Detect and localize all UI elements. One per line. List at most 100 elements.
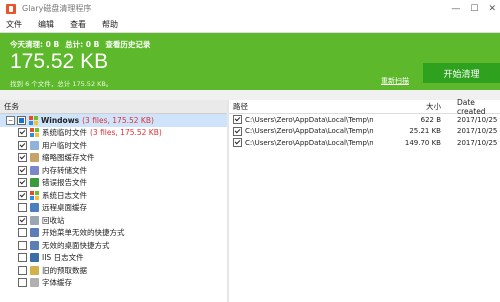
tree-item[interactable]: 系统临时文件 (3 files, 175.52 KB) <box>0 127 227 140</box>
tree-item[interactable]: 字体缓存 <box>0 277 227 290</box>
memory-dump-icon <box>30 165 39 175</box>
prefetch-icon <box>30 265 39 275</box>
tree-item[interactable]: 用户临时文件 <box>0 139 227 152</box>
rescan-link[interactable]: 重新扫描 <box>381 76 409 86</box>
column-size[interactable]: 大小 <box>373 101 445 112</box>
total-cleaned-label: 总计: 0 B <box>65 40 100 49</box>
summary-banner: 今天清理: 0 B 总计: 0 B 查看历史记录 175.52 KB 找到 6 … <box>0 33 500 90</box>
minimize-button[interactable]: — <box>451 4 460 14</box>
tree-item-label: IIS 日志文件 <box>42 253 84 263</box>
item-checkbox[interactable] <box>18 178 27 188</box>
item-checkbox[interactable] <box>18 153 27 163</box>
root-label: Windows <box>41 115 80 125</box>
tree-root-windows[interactable]: − Windows (3 files, 175.52 KB) <box>0 114 227 127</box>
tree-item-label: 回收站 <box>42 215 65 225</box>
menu-edit[interactable]: 编辑 <box>30 19 62 30</box>
collapse-icon[interactable]: − <box>6 115 15 125</box>
file-path: C:\Users\Zero\AppData\Local\Temp\nsn8... <box>245 138 373 147</box>
tree-item-label: 远程桌面缓存 <box>42 203 87 213</box>
tree-item-label: 字体缓存 <box>42 278 72 288</box>
tree-item-label: 系统临时文件 <box>42 128 87 138</box>
column-path[interactable]: 路径 <box>229 101 373 112</box>
file-row[interactable]: C:\Users\Zero\AppData\Local\Temp\nsn8...… <box>229 114 500 126</box>
start-clean-button[interactable]: 开始清理 <box>423 63 500 83</box>
file-size: 622 B <box>420 115 441 124</box>
item-checkbox[interactable] <box>18 165 27 175</box>
tree-item[interactable]: 缩略图缓存文件 <box>0 152 227 165</box>
tree-item[interactable]: 系统日志文件 <box>0 189 227 202</box>
tree-item-label: 用户临时文件 <box>42 140 87 150</box>
windows-logo-icon <box>30 128 39 138</box>
tree-item-label: 内存转储文件 <box>42 165 87 175</box>
tree-item-label: 错误报告文件 <box>42 178 87 188</box>
error-report-icon <box>30 178 39 188</box>
tree-item-label: 缩略图缓存文件 <box>42 153 95 163</box>
item-checkbox[interactable] <box>18 190 27 200</box>
file-list-panel: 路径 大小 Date created C:\Users\Zero\AppData… <box>229 98 500 302</box>
item-checkbox[interactable] <box>18 228 27 238</box>
tree-item[interactable]: 错误报告文件 <box>0 177 227 190</box>
tree-item-label: 开始菜单无效的快捷方式 <box>42 228 125 238</box>
title-bar: Glary磁盘清理程序 — ☐ ✕ <box>0 0 500 17</box>
item-checkbox[interactable] <box>18 140 27 150</box>
today-cleaned-label: 今天清理: 0 B <box>10 40 60 49</box>
item-checkbox[interactable] <box>18 253 27 263</box>
tree-item[interactable]: 无效的桌面快捷方式 <box>0 239 227 252</box>
file-row[interactable]: C:\Users\Zero\AppData\Local\Temp\nsn8...… <box>229 126 500 138</box>
file-size: 149.70 KB <box>404 138 441 147</box>
item-checkbox[interactable] <box>18 128 27 138</box>
root-checkbox[interactable] <box>17 115 26 125</box>
windows-logo-icon <box>30 190 39 200</box>
tree-item[interactable]: 开始菜单无效的快捷方式 <box>0 227 227 240</box>
today-summary: 今天清理: 0 B 总计: 0 B 查看历史记录 <box>10 39 150 50</box>
item-checkbox[interactable] <box>18 203 27 213</box>
file-path-cell: C:\Users\Zero\AppData\Local\Temp\nsn8... <box>229 115 373 125</box>
file-date: 2017/10/25 8:31 <box>457 115 500 124</box>
shortcut-icon <box>30 228 39 238</box>
tree-item-label: 旧的预取数据 <box>42 265 87 275</box>
tree-item[interactable]: 旧的预取数据 <box>0 264 227 277</box>
maximize-button[interactable]: ☐ <box>470 4 478 14</box>
menu-view[interactable]: 查看 <box>62 19 94 30</box>
tree-item[interactable]: 回收站 <box>0 214 227 227</box>
tree-item[interactable]: 远程桌面缓存 <box>0 202 227 215</box>
recycle-bin-icon <box>30 215 39 225</box>
tree-item[interactable]: IIS 日志文件 <box>0 252 227 265</box>
item-checkbox[interactable] <box>18 240 27 250</box>
window-controls: — ☐ ✕ <box>451 0 496 17</box>
item-checkbox[interactable] <box>18 265 27 275</box>
task-panel-header: 任务 <box>0 100 227 114</box>
file-row[interactable]: C:\Users\Zero\AppData\Local\Temp\nsn8...… <box>229 137 500 149</box>
menu-help[interactable]: 帮助 <box>94 19 126 30</box>
iis-icon <box>30 253 39 263</box>
close-button[interactable]: ✕ <box>488 4 496 14</box>
found-summary: 找到 6 个文件，总计 175.52 KB。 <box>10 80 113 88</box>
thumbnail-icon <box>30 153 39 163</box>
file-date: 2017/10/25 8:31 <box>457 127 500 136</box>
file-checkbox[interactable] <box>233 138 242 148</box>
file-checkbox[interactable] <box>233 115 242 125</box>
tree-item-label: 系统日志文件 <box>42 190 87 200</box>
root-count: (3 files, 175.52 KB) <box>82 115 154 125</box>
tree-item[interactable]: 内存转储文件 <box>0 164 227 177</box>
user-temp-icon <box>30 140 39 150</box>
history-link[interactable]: 查看历史记录 <box>105 39 150 50</box>
menu-bar: 文件 编辑 查看 帮助 <box>0 17 500 33</box>
column-date[interactable]: Date created <box>445 98 500 116</box>
item-checkbox[interactable] <box>18 278 27 288</box>
menu-file[interactable]: 文件 <box>0 19 30 30</box>
file-path: C:\Users\Zero\AppData\Local\Temp\nsn8... <box>245 115 373 124</box>
app-icon <box>6 3 16 14</box>
tree-item-count: (3 files, 175.52 KB) <box>90 128 162 138</box>
file-size: 25.21 KB <box>409 127 441 136</box>
tree-item-label: 无效的桌面快捷方式 <box>42 240 110 250</box>
file-checkbox[interactable] <box>233 126 242 136</box>
item-checkbox[interactable] <box>18 215 27 225</box>
file-list-header: 路径 大小 Date created <box>229 98 500 116</box>
found-size: 175.52 KB <box>10 50 109 73</box>
file-path: C:\Users\Zero\AppData\Local\Temp\nsn8... <box>245 127 373 136</box>
file-path-cell: C:\Users\Zero\AppData\Local\Temp\nsn8... <box>229 126 373 136</box>
remote-desktop-icon <box>30 203 39 213</box>
shortcut-icon <box>30 240 39 250</box>
task-panel: 任务 − Windows (3 files, 175.52 KB) 系统临时文件… <box>0 100 228 302</box>
